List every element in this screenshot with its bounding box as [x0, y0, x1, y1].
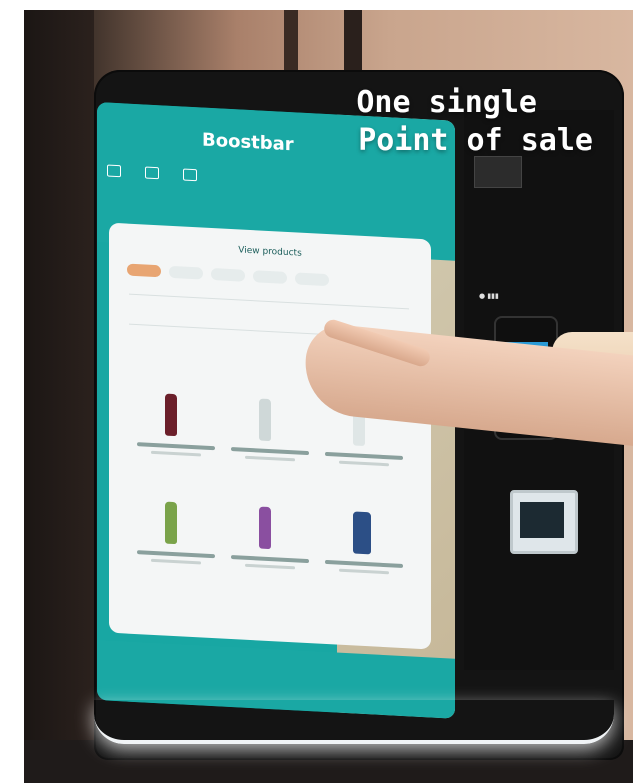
nav-icon — [145, 166, 159, 180]
panel-title: View products — [238, 245, 302, 259]
product-panel: View products — [109, 222, 431, 650]
product-image — [259, 398, 271, 442]
product-image — [165, 501, 177, 545]
product-label — [137, 550, 215, 559]
caption-line-1: One single — [356, 85, 537, 120]
product-sublabel — [339, 460, 389, 467]
product-grid — [129, 384, 411, 639]
product-tile — [129, 492, 223, 597]
product-image — [165, 393, 177, 437]
caption-line-2: Point of sale — [358, 123, 593, 158]
product-label — [137, 442, 215, 451]
payment-logo: ● ▮▮▮ — [479, 292, 499, 300]
product-sublabel — [151, 450, 201, 457]
category-pill — [127, 263, 161, 278]
product-image — [259, 506, 271, 550]
nav-item — [107, 164, 125, 178]
nav-icon — [183, 168, 197, 182]
product-label — [325, 559, 403, 569]
product-tile — [129, 384, 223, 489]
category-pill — [253, 270, 287, 284]
product-tile — [317, 502, 411, 607]
screen-nav — [107, 164, 201, 182]
category-pills — [127, 263, 329, 287]
product-sublabel — [245, 563, 295, 570]
category-pill — [169, 265, 203, 280]
product-tile — [223, 389, 317, 494]
product-sublabel — [339, 568, 389, 575]
brand-logo: Boostbar — [202, 129, 294, 156]
headline-caption: One single Point of sale — [343, 84, 593, 160]
product-label — [231, 555, 309, 564]
product-sublabel — [245, 455, 295, 462]
scanner-window — [520, 502, 564, 538]
nav-item — [183, 168, 201, 182]
receipt-printer — [474, 156, 522, 188]
dark-wall — [24, 10, 94, 783]
nav-icon — [107, 164, 121, 178]
category-pill — [295, 272, 329, 287]
category-pill — [211, 267, 245, 282]
nav-item — [145, 166, 163, 180]
divider — [129, 293, 409, 310]
product-label — [231, 447, 309, 456]
product-tile — [223, 497, 317, 602]
product-image — [353, 511, 371, 555]
kiosk-light-base — [94, 700, 614, 744]
product-label — [325, 451, 403, 461]
product-sublabel — [151, 558, 201, 565]
